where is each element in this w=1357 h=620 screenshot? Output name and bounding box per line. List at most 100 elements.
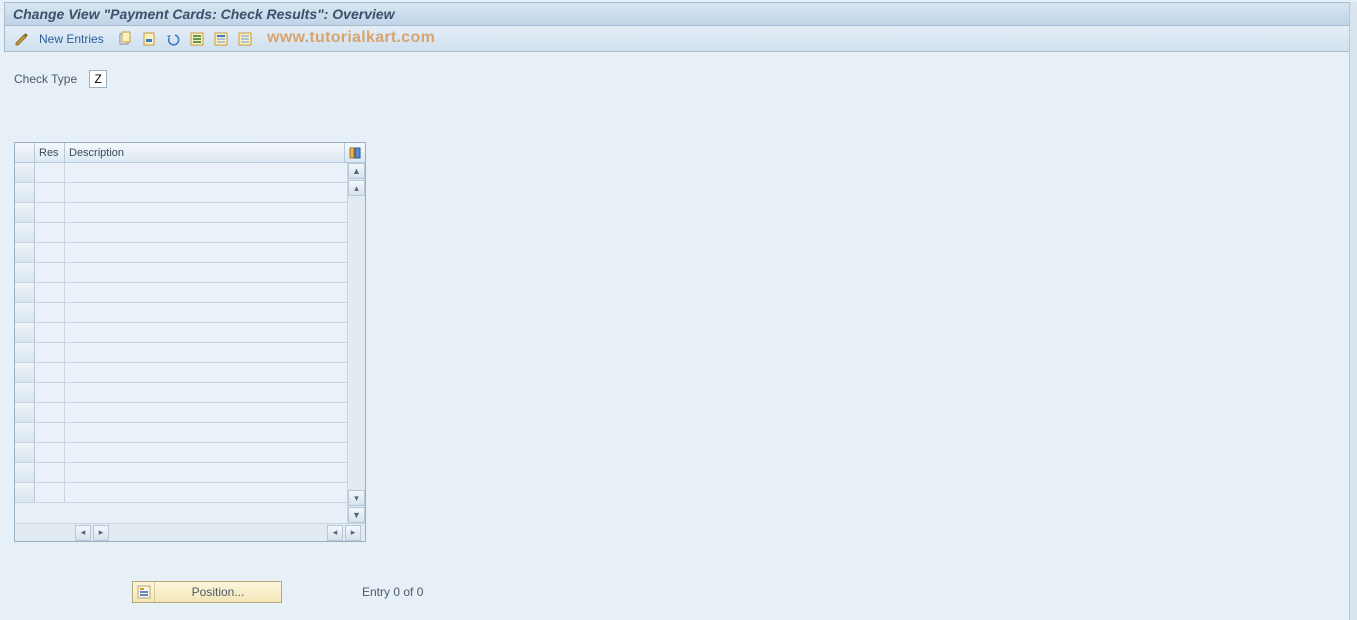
cell-description[interactable] [65, 403, 347, 422]
cell-description[interactable] [65, 343, 347, 362]
delete-icon[interactable] [140, 30, 158, 48]
cell-description[interactable] [65, 323, 347, 342]
cell-description[interactable] [65, 223, 347, 242]
results-table: Res Description ▲ ▴ ▾ ▼ ◂ ▸ ◂ ▸ [14, 142, 366, 542]
row-selector[interactable] [15, 343, 35, 362]
table-row[interactable] [15, 383, 347, 403]
deselect-all-icon[interactable] [236, 30, 254, 48]
cell-description[interactable] [65, 463, 347, 482]
cell-description[interactable] [65, 243, 347, 262]
right-border-decor [1349, 2, 1357, 620]
vertical-scrollbar[interactable]: ▲ ▴ ▾ ▼ [347, 163, 365, 523]
table-row[interactable] [15, 463, 347, 483]
table-row[interactable] [15, 183, 347, 203]
table-configure-icon[interactable] [345, 143, 365, 162]
cell-res[interactable] [35, 423, 65, 442]
scroll-up-step-icon[interactable]: ▴ [348, 180, 365, 196]
table-row[interactable] [15, 423, 347, 443]
cell-res[interactable] [35, 303, 65, 322]
cell-res[interactable] [35, 323, 65, 342]
row-selector[interactable] [15, 423, 35, 442]
cell-res[interactable] [35, 243, 65, 262]
new-entries-button[interactable]: New Entries [37, 32, 110, 46]
table-row[interactable] [15, 483, 347, 503]
select-block-icon[interactable] [212, 30, 230, 48]
cell-res[interactable] [35, 183, 65, 202]
position-button[interactable]: Position... [132, 581, 282, 603]
row-selector[interactable] [15, 463, 35, 482]
table-row[interactable] [15, 403, 347, 423]
cell-description[interactable] [65, 163, 347, 182]
horizontal-scrollbar[interactable]: ◂ ▸ ◂ ▸ [15, 523, 365, 541]
toggle-display-change-icon[interactable] [13, 30, 31, 48]
table-row[interactable] [15, 223, 347, 243]
table-row[interactable] [15, 363, 347, 383]
cell-description[interactable] [65, 283, 347, 302]
table-row[interactable] [15, 263, 347, 283]
row-selector[interactable] [15, 303, 35, 322]
cell-res[interactable] [35, 383, 65, 402]
row-selector[interactable] [15, 163, 35, 182]
scroll-left-icon[interactable]: ◂ [75, 525, 91, 541]
table-header-description[interactable]: Description [65, 143, 345, 162]
table-row[interactable] [15, 323, 347, 343]
scroll-right-end-icon[interactable]: ▸ [345, 525, 361, 541]
check-type-input[interactable] [89, 70, 107, 88]
cell-res[interactable] [35, 223, 65, 242]
row-selector[interactable] [15, 363, 35, 382]
cell-description[interactable] [65, 263, 347, 282]
row-selector[interactable] [15, 383, 35, 402]
scroll-up-icon[interactable]: ▲ [348, 163, 365, 179]
table-header-row: Res Description [15, 143, 365, 163]
cell-description[interactable] [65, 443, 347, 462]
select-all-icon[interactable] [188, 30, 206, 48]
cell-description[interactable] [65, 423, 347, 442]
copy-as-icon[interactable] [116, 30, 134, 48]
table-row[interactable] [15, 163, 347, 183]
cell-description[interactable] [65, 303, 347, 322]
row-selector[interactable] [15, 183, 35, 202]
entry-count-text: Entry 0 of 0 [362, 585, 423, 599]
table-header-selector[interactable] [15, 143, 35, 162]
row-selector[interactable] [15, 483, 35, 502]
window-title-bar: Change View "Payment Cards: Check Result… [4, 2, 1353, 26]
row-selector[interactable] [15, 263, 35, 282]
table-row[interactable] [15, 303, 347, 323]
row-selector[interactable] [15, 443, 35, 462]
undo-change-icon[interactable] [164, 30, 182, 48]
cell-res[interactable] [35, 343, 65, 362]
table-row[interactable] [15, 443, 347, 463]
table-row[interactable] [15, 243, 347, 263]
row-selector[interactable] [15, 243, 35, 262]
scroll-left-end-icon[interactable]: ◂ [327, 525, 343, 541]
cell-res[interactable] [35, 203, 65, 222]
table-row[interactable] [15, 203, 347, 223]
cell-description[interactable] [65, 203, 347, 222]
row-selector[interactable] [15, 203, 35, 222]
row-selector[interactable] [15, 283, 35, 302]
row-selector[interactable] [15, 323, 35, 342]
cell-res[interactable] [35, 483, 65, 502]
scroll-down-step-icon[interactable]: ▾ [348, 490, 365, 506]
cell-description[interactable] [65, 183, 347, 202]
cell-description[interactable] [65, 483, 347, 502]
cell-description[interactable] [65, 383, 347, 402]
cell-res[interactable] [35, 463, 65, 482]
cell-res[interactable] [35, 403, 65, 422]
table-row[interactable] [15, 283, 347, 303]
table-row[interactable] [15, 343, 347, 363]
cell-res[interactable] [35, 163, 65, 182]
table-header-res[interactable]: Res [35, 143, 65, 162]
cell-res[interactable] [35, 363, 65, 382]
cell-res[interactable] [35, 263, 65, 282]
scroll-right-icon[interactable]: ▸ [93, 525, 109, 541]
page-title: Change View "Payment Cards: Check Result… [13, 6, 395, 22]
row-selector[interactable] [15, 223, 35, 242]
cell-description[interactable] [65, 363, 347, 382]
cell-res[interactable] [35, 283, 65, 302]
footer-row: Position... Entry 0 of 0 [132, 581, 423, 603]
scroll-down-icon[interactable]: ▼ [348, 507, 365, 523]
position-button-label: Position... [155, 585, 281, 599]
row-selector[interactable] [15, 403, 35, 422]
cell-res[interactable] [35, 443, 65, 462]
